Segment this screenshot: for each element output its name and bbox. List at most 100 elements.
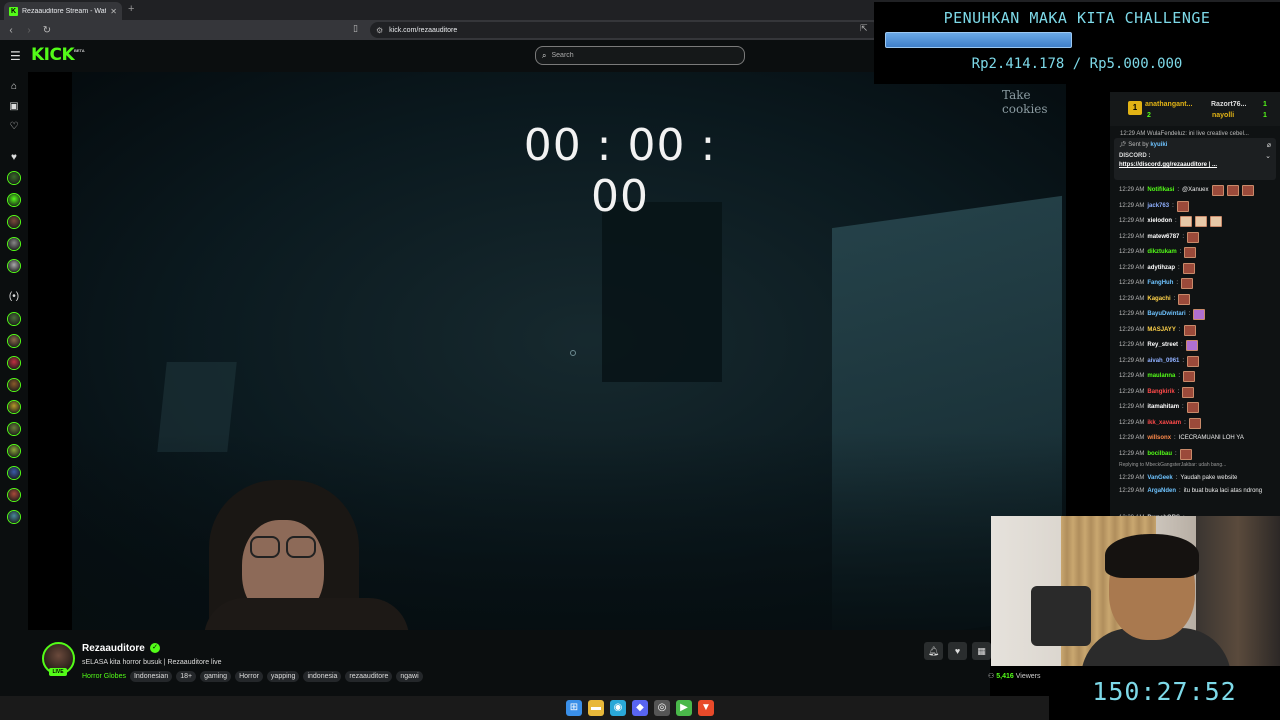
menu-icon[interactable]: ☰ [10,49,21,63]
chat-emote[interactable] [1187,231,1200,243]
browser-tab[interactable]: K Rezaauditore Stream - Watch ✕ [4,2,122,20]
category-link[interactable]: Horror Globes [82,673,126,680]
chat-emote[interactable] [1178,293,1191,305]
windows-start-icon[interactable]: ⊞ [566,700,582,716]
sidebar-channel-avatar[interactable] [7,259,21,273]
address-bar[interactable]: ⚙ kick.com/rezaauditore [370,22,880,38]
chat-emote[interactable] [1183,324,1196,336]
tag[interactable]: Horror [235,671,263,682]
bookmark-icon[interactable]: ▯ [353,23,358,34]
chat-username[interactable]: VanGeek [1147,474,1172,483]
sidebar-channel-avatar[interactable] [7,466,21,480]
sidebar-channel-avatar[interactable] [7,215,21,229]
chat-username[interactable]: MASJAYY [1147,326,1175,335]
chat-emote[interactable] [1187,355,1200,367]
sidebar-channel-avatar[interactable] [7,444,21,458]
share-icon[interactable]: ⇱ [860,23,868,34]
chat-emote[interactable] [1209,216,1222,228]
sidebar-channel-avatar[interactable] [7,488,21,502]
chat-emote[interactable] [1186,402,1199,414]
chat-emote[interactable] [1226,185,1239,197]
chat-username[interactable]: aivah_0961 [1147,357,1179,366]
media-player-icon[interactable]: ▶ [676,700,692,716]
chat-username[interactable]: dikztukam [1147,248,1176,257]
sidebar-channel-avatar[interactable] [7,312,21,326]
back-icon[interactable]: ‹ [4,25,18,36]
search-bar[interactable]: ⌕ [535,46,745,65]
live-channels-icon[interactable]: (•) [8,291,20,303]
kick-logo[interactable]: KICK [31,45,75,65]
site-info-icon[interactable]: ⚙ [376,26,383,35]
chat-emote[interactable] [1179,216,1192,228]
file-explorer-icon[interactable]: ▬ [588,700,604,716]
chat-username[interactable]: Notifikasi [1147,186,1174,195]
chat-emote[interactable] [1176,200,1189,212]
chat-username[interactable]: willsonx [1147,434,1171,443]
tag[interactable]: 18+ [176,671,197,682]
chat-emote[interactable] [1179,448,1192,460]
chat-emote[interactable] [1183,371,1196,383]
chat-emote[interactable] [1184,247,1197,259]
followed-channels-heart-icon[interactable]: ♥ [8,152,20,164]
new-tab-button[interactable]: + [128,3,134,15]
follow-heart-icon[interactable]: ♥ [948,642,967,660]
chat-username[interactable]: itamahitam [1147,403,1179,412]
chat-username[interactable]: matew6787 [1147,233,1179,242]
tag[interactable]: yapping [266,671,300,682]
chat-emote[interactable] [1211,185,1224,197]
sidebar-channel-avatar[interactable] [7,237,21,251]
chat-username[interactable]: ikk_xavaam [1147,419,1181,428]
close-tab-icon[interactable]: ✕ [110,7,117,16]
leaderboard-user[interactable]: anathangant... [1145,101,1192,108]
leaderboard-user[interactable]: Razort76... [1211,101,1246,108]
notification-bell-icon[interactable]: 🔔︎ [924,642,943,660]
channel-name[interactable]: Rezaauditore [82,643,145,654]
search-input[interactable] [551,52,732,59]
sidebar-channel-avatar[interactable] [7,356,21,370]
edge-browser-icon[interactable]: ◉ [610,700,626,716]
tag[interactable]: gaming [200,671,232,682]
chat-username[interactable]: FangHuh [1147,279,1173,288]
chat-emote[interactable] [1193,309,1206,321]
chat-username[interactable]: jack763 [1147,202,1169,211]
chat-emote[interactable] [1194,216,1207,228]
unpin-icon[interactable]: ⌀ [1267,141,1271,149]
chat-username[interactable]: Kagachi [1147,295,1170,304]
chat-username[interactable]: xielodon [1147,217,1172,226]
discord-link[interactable]: https://discord.gg/rezaauditore | ... [1119,162,1271,168]
leaderboard-user[interactable]: nayolli [1212,112,1234,119]
discord-icon[interactable]: ◆ [632,700,648,716]
reload-icon[interactable]: ↻ [40,25,54,36]
brave-browser-icon[interactable]: ▼ [698,700,714,716]
sidebar-channel-avatar[interactable] [7,193,21,207]
tag[interactable]: indonesia [303,671,342,682]
sidebar-channel-avatar[interactable] [7,171,21,185]
chat-username[interactable]: ArgaNden [1147,487,1176,496]
sidebar-channel-avatar[interactable] [7,510,21,524]
sidebar-channel-avatar[interactable] [7,422,21,436]
tag[interactable]: rezaauditore [345,671,393,682]
chat-emote[interactable] [1185,340,1198,352]
forward-icon[interactable]: › [22,25,36,36]
video-player[interactable]: 00 : 00 : 00 Take cookies [28,72,1066,630]
sidebar-channel-avatar[interactable] [7,378,21,392]
tag[interactable]: ngawi [396,671,423,682]
chat-emote[interactable] [1182,262,1195,274]
following-heart-icon[interactable]: ♡ [8,121,20,133]
chat-emote[interactable] [1182,386,1195,398]
chat-username[interactable]: Rey_street [1147,341,1178,350]
chat-username[interactable]: adytihzap [1147,264,1175,273]
home-icon[interactable]: ⌂ [8,81,20,93]
chat-username[interactable]: maulanna [1147,372,1175,381]
chat-username[interactable]: BayuDwintari [1147,310,1185,319]
chat-username[interactable]: bocilbau [1147,450,1172,459]
chat-emote[interactable] [1181,278,1194,290]
sidebar-channel-avatar[interactable] [7,334,21,348]
chat-username[interactable]: Bangkirik [1147,388,1174,397]
obs-icon[interactable]: ◎ [654,700,670,716]
chat-emote[interactable] [1188,417,1201,429]
browse-icon[interactable]: ▣ [8,101,20,113]
chat-emote[interactable] [1241,185,1254,197]
tag[interactable]: Indonesian [129,671,173,682]
gift-icon[interactable]: ▦ [972,642,991,660]
